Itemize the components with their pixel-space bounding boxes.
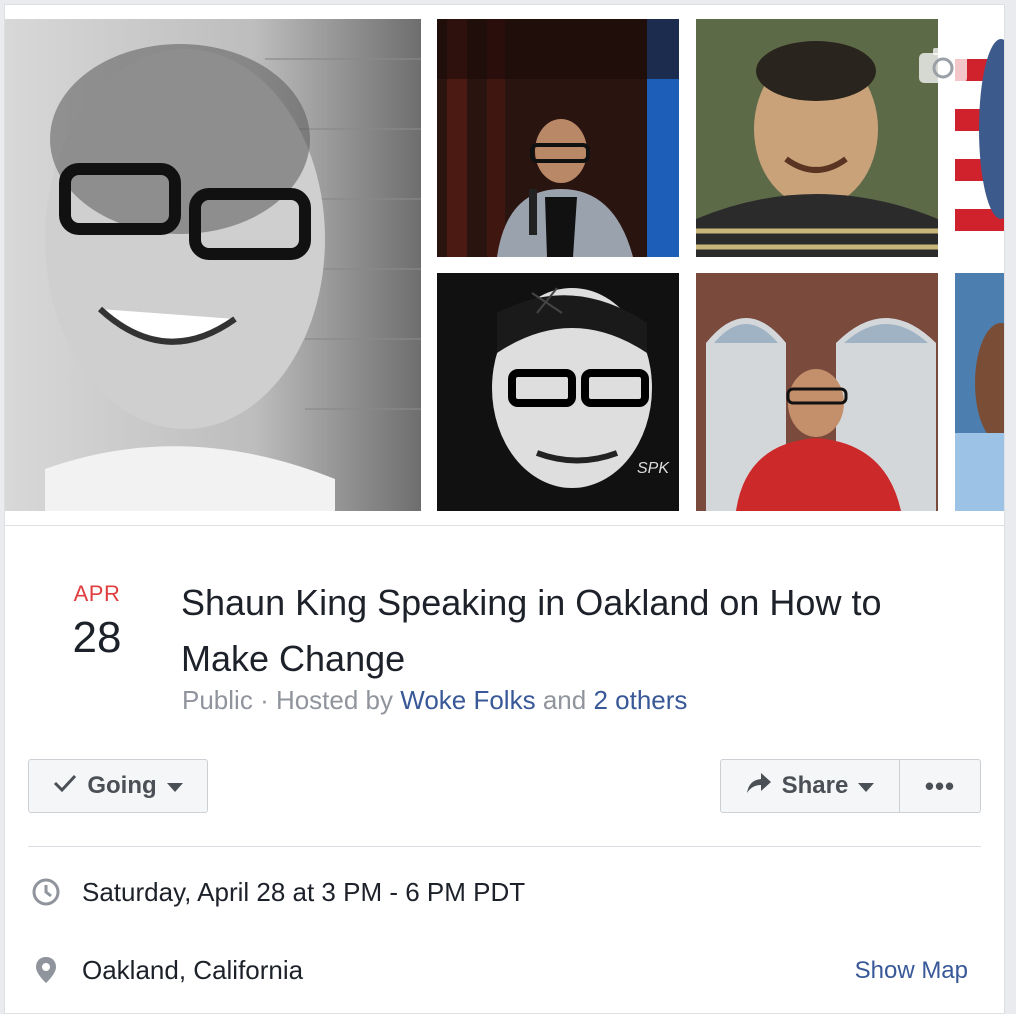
event-cover-collage[interactable]: SPK <box>5 5 1004 525</box>
svg-text:SPK: SPK <box>637 460 670 477</box>
host-link[interactable]: Woke Folks <box>400 685 535 715</box>
going-label: Going <box>87 772 157 799</box>
clock-icon <box>31 877 61 907</box>
other-hosts-link[interactable]: 2 others <box>593 685 687 715</box>
event-card: SPK APR 28 Shaun King Speaking in Oaklan… <box>4 4 1005 1014</box>
event-date-day: 28 <box>72 613 122 662</box>
section-divider <box>28 846 981 847</box>
share-label: Share <box>781 772 849 799</box>
going-button[interactable]: Going <box>28 759 208 813</box>
chevron-down-icon <box>166 782 183 792</box>
share-arrow-icon <box>746 772 772 801</box>
collage-divider <box>5 525 1004 526</box>
cover-photo-building[interactable] <box>696 273 938 511</box>
event-title: Shaun King Speaking in Oakland on How to… <box>181 582 882 679</box>
event-privacy: Public <box>182 685 253 715</box>
cover-photo-main[interactable] <box>5 19 421 511</box>
share-button[interactable]: Share <box>720 759 900 813</box>
cover-photo-illustration[interactable]: SPK <box>437 273 679 511</box>
event-datetime[interactable]: Saturday, April 28 at 3 PM - 6 PM PDT <box>82 877 525 908</box>
event-location[interactable]: Oakland, California <box>82 955 303 986</box>
event-meta: Public · Hosted by Woke Folks and 2 othe… <box>182 685 687 716</box>
show-map-link[interactable]: Show Map <box>855 957 968 985</box>
hosted-by-label: · Hosted by <box>260 685 394 715</box>
and-label: and <box>542 685 587 715</box>
more-options-button[interactable]: ••• <box>899 759 981 813</box>
event-date-month: APR <box>73 581 121 606</box>
map-pin-icon <box>31 955 61 985</box>
check-icon <box>53 772 77 800</box>
cover-photo-partial[interactable] <box>955 273 1004 511</box>
cover-photo-yearbook[interactable] <box>696 19 938 257</box>
more-icon: ••• <box>924 770 956 801</box>
camera-icon[interactable] <box>917 45 969 85</box>
cover-photo-speaker[interactable] <box>437 19 679 257</box>
chevron-down-icon <box>858 782 875 792</box>
